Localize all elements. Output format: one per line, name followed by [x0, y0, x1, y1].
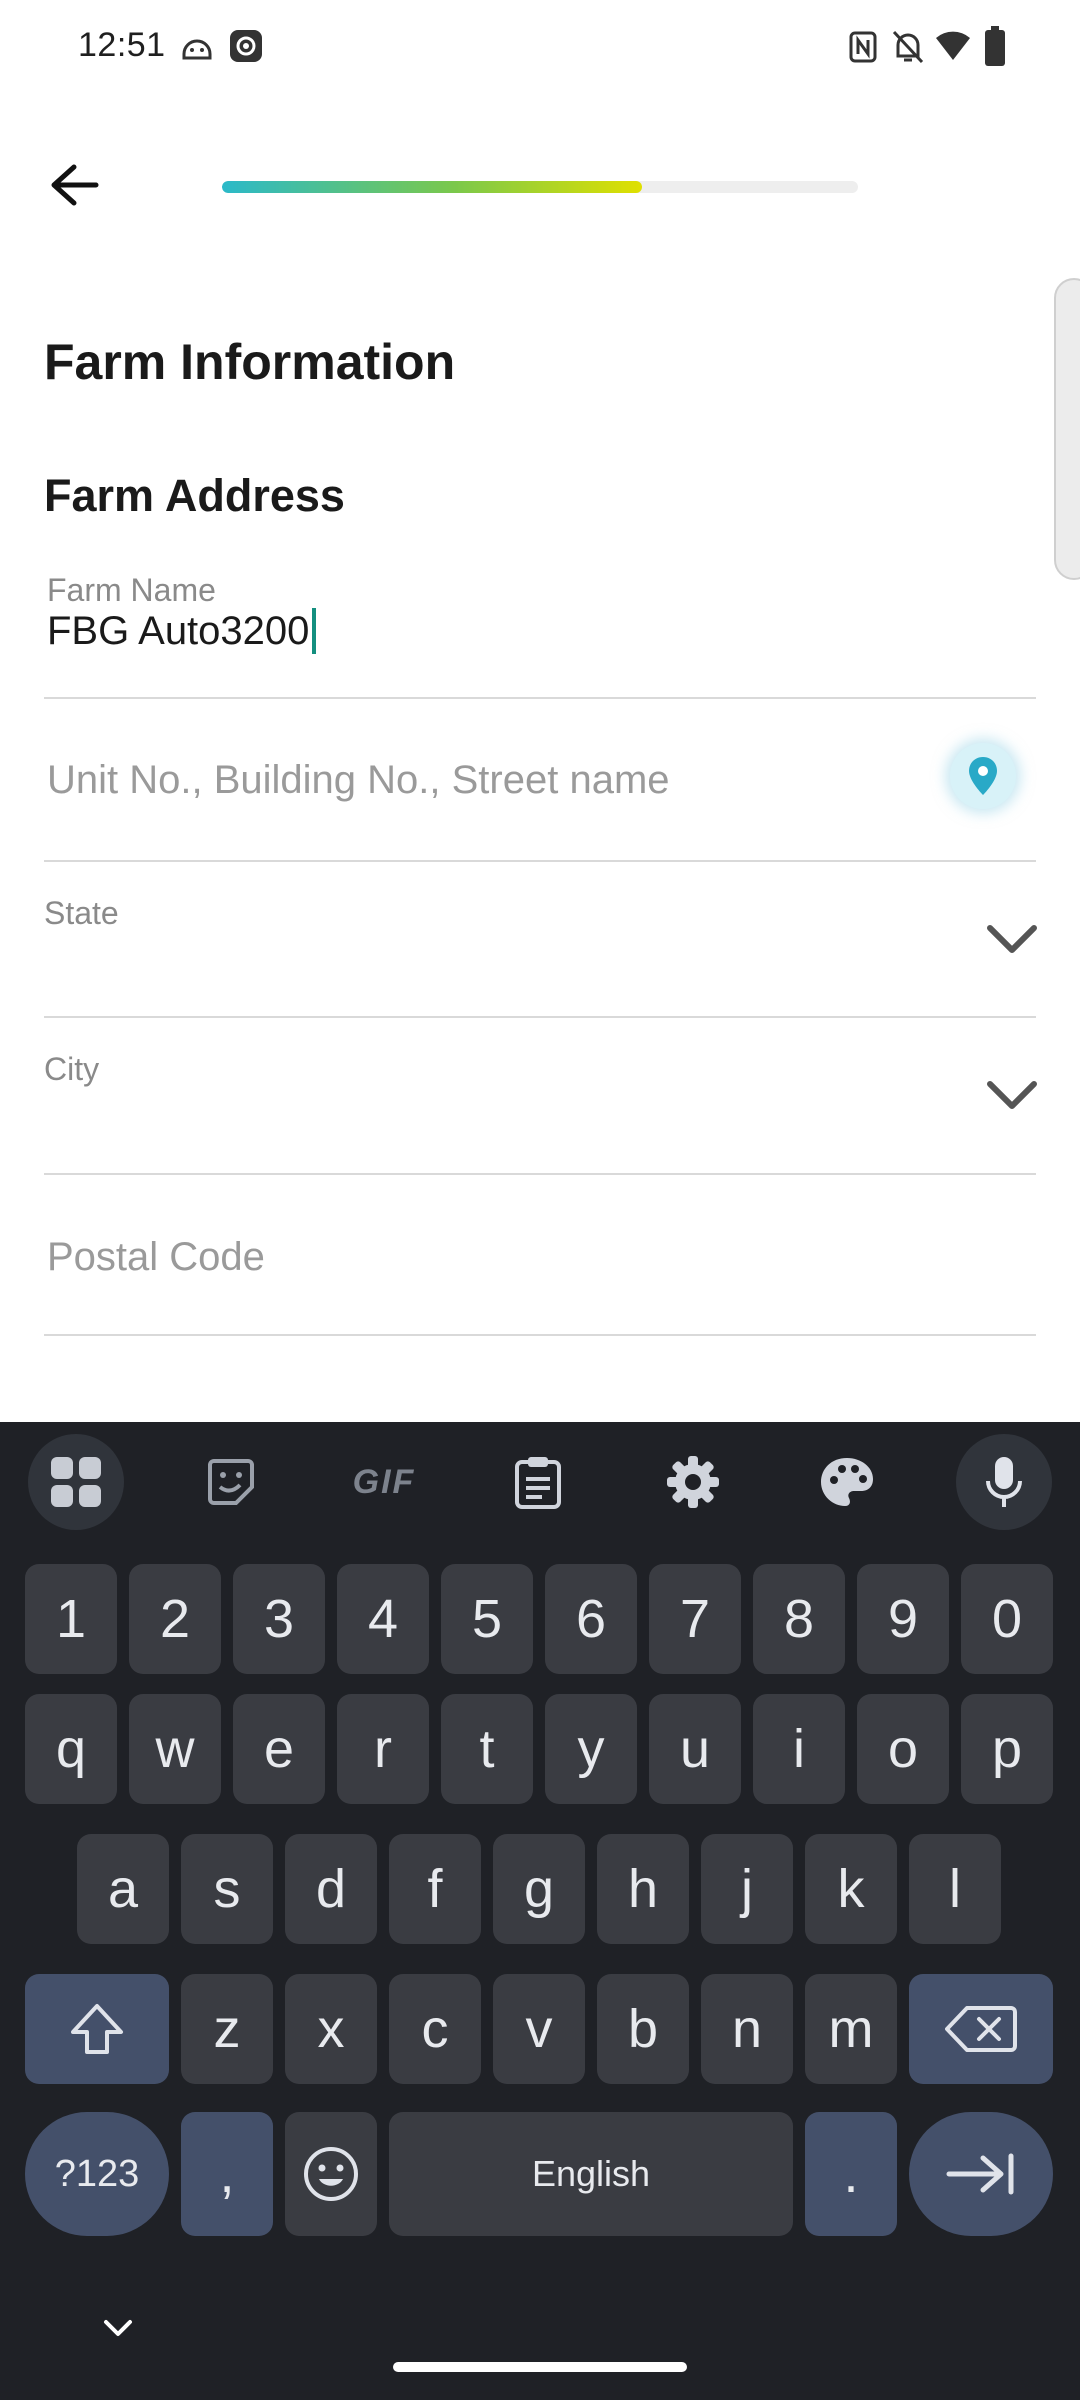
- street-address-underline: [44, 860, 1036, 862]
- key-r[interactable]: r: [337, 1694, 429, 1804]
- settings-button[interactable]: [645, 1434, 741, 1530]
- progress-bar: [222, 181, 858, 193]
- notifications-off-icon: [890, 28, 926, 71]
- key-d[interactable]: d: [285, 1834, 377, 1944]
- farm-name-input[interactable]: FBG Auto3200: [47, 608, 317, 654]
- apps-grid-button[interactable]: [28, 1434, 124, 1530]
- chevron-down-icon: [987, 1081, 1037, 1109]
- location-pin-icon: [969, 757, 997, 795]
- gif-button[interactable]: GIF: [336, 1434, 432, 1530]
- theme-button[interactable]: [799, 1434, 895, 1530]
- postal-code-placeholder: Postal Code: [47, 1235, 265, 1279]
- key-b[interactable]: b: [597, 1974, 689, 2084]
- chevron-down-icon: [987, 925, 1037, 953]
- key-f[interactable]: f: [389, 1834, 481, 1944]
- farm-name-underline: [44, 697, 1036, 699]
- clipboard-button[interactable]: [490, 1434, 586, 1530]
- key-2[interactable]: 2: [129, 1564, 221, 1674]
- gif-icon: GIF: [352, 1462, 416, 1501]
- key-a[interactable]: a: [77, 1834, 169, 1944]
- key-e[interactable]: e: [233, 1694, 325, 1804]
- key-p[interactable]: p: [961, 1694, 1053, 1804]
- key-k[interactable]: k: [805, 1834, 897, 1944]
- backspace-key[interactable]: [909, 1974, 1053, 2084]
- backspace-icon: [945, 2006, 1017, 2052]
- key-l[interactable]: l: [909, 1834, 1001, 1944]
- key-g[interactable]: g: [493, 1834, 585, 1944]
- key-6[interactable]: 6: [545, 1564, 637, 1674]
- text-cursor: [312, 608, 317, 654]
- voice-input-button[interactable]: [956, 1434, 1052, 1530]
- microphone-icon: [986, 1457, 1022, 1507]
- key-4[interactable]: 4: [337, 1564, 429, 1674]
- key-8[interactable]: 8: [753, 1564, 845, 1674]
- state-label: State: [44, 895, 119, 931]
- postal-code-underline: [44, 1334, 1036, 1336]
- key-y[interactable]: y: [545, 1694, 637, 1804]
- emoji-icon: [304, 2147, 358, 2201]
- key-o[interactable]: o: [857, 1694, 949, 1804]
- progress-bar-fill: [222, 181, 642, 193]
- key-9[interactable]: 9: [857, 1564, 949, 1674]
- navigation-handle[interactable]: [393, 2362, 687, 2372]
- wifi-icon: [934, 28, 972, 67]
- settings-gear-icon: [228, 28, 264, 69]
- nfc-icon: [848, 30, 878, 69]
- sticker-button[interactable]: [183, 1434, 279, 1530]
- key-n[interactable]: n: [701, 1974, 793, 2084]
- key-u[interactable]: u: [649, 1694, 741, 1804]
- key-5[interactable]: 5: [441, 1564, 533, 1674]
- back-button[interactable]: [40, 150, 110, 220]
- state-dropdown[interactable]: [44, 870, 1036, 1016]
- clipboard-icon: [515, 1457, 561, 1509]
- key-s[interactable]: s: [181, 1834, 273, 1944]
- palette-icon: [821, 1458, 873, 1506]
- sticker-icon: [208, 1459, 254, 1505]
- city-label: City: [44, 1051, 100, 1087]
- android-head-icon: [180, 30, 214, 69]
- tab-arrow-icon: [946, 2153, 1014, 2195]
- location-button[interactable]: [950, 743, 1016, 809]
- key-z[interactable]: z: [181, 1974, 273, 2084]
- key-w[interactable]: w: [129, 1694, 221, 1804]
- key-j[interactable]: j: [701, 1834, 793, 1944]
- battery-icon: [984, 26, 1006, 71]
- city-dropdown[interactable]: [44, 1026, 1036, 1172]
- farm-name-label: Farm Name: [47, 572, 216, 608]
- key-t[interactable]: t: [441, 1694, 533, 1804]
- period-key[interactable]: .: [805, 2112, 897, 2236]
- state-underline: [44, 1016, 1036, 1018]
- apps-grid-icon: [51, 1457, 101, 1507]
- farm-name-value: FBG Auto3200: [47, 608, 310, 653]
- key-m[interactable]: m: [805, 1974, 897, 2084]
- page-title: Farm Information: [44, 334, 456, 390]
- key-h[interactable]: h: [597, 1834, 689, 1944]
- street-address-placeholder: Unit No., Building No., Street name: [47, 758, 670, 802]
- key-1[interactable]: 1: [25, 1564, 117, 1674]
- emoji-key[interactable]: [285, 2112, 377, 2236]
- section-title: Farm Address: [44, 470, 345, 521]
- next-key[interactable]: [909, 2112, 1053, 2236]
- scrollbar-thumb[interactable]: [1054, 278, 1080, 580]
- status-bar: 12:51: [0, 0, 1080, 96]
- comma-key[interactable]: ,: [181, 2112, 273, 2236]
- key-7[interactable]: 7: [649, 1564, 741, 1674]
- key-q[interactable]: q: [25, 1694, 117, 1804]
- shift-key[interactable]: [25, 1974, 169, 2084]
- arrow-left-icon: [51, 164, 99, 206]
- space-key[interactable]: English: [389, 2112, 793, 2236]
- key-i[interactable]: i: [753, 1694, 845, 1804]
- hide-keyboard-button[interactable]: [100, 2310, 136, 2346]
- key-3[interactable]: 3: [233, 1564, 325, 1674]
- key-x[interactable]: x: [285, 1974, 377, 2084]
- shift-arrow-icon: [71, 2004, 123, 2054]
- key-v[interactable]: v: [493, 1974, 585, 2084]
- city-underline: [44, 1173, 1036, 1175]
- settings-icon: [667, 1456, 719, 1508]
- key-c[interactable]: c: [389, 1974, 481, 2084]
- symbols-key[interactable]: ?123: [25, 2112, 169, 2236]
- status-time: 12:51: [78, 26, 166, 64]
- key-0[interactable]: 0: [961, 1564, 1053, 1674]
